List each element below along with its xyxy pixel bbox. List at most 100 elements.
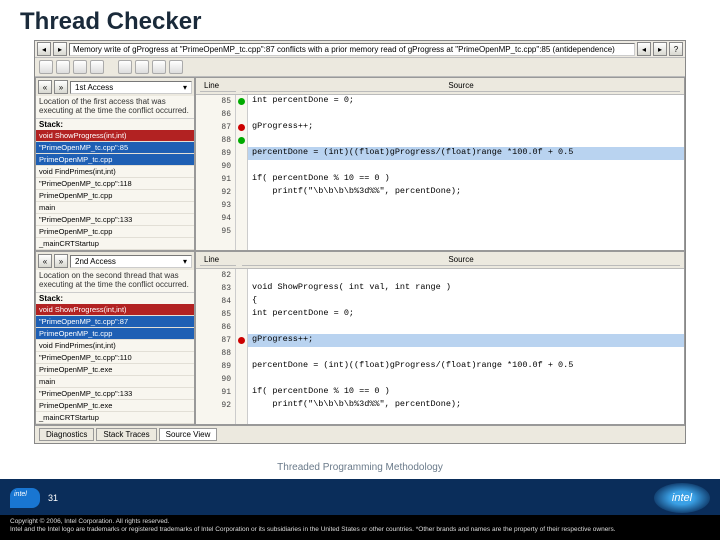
source-line[interactable]	[248, 212, 684, 225]
line-number: 92	[200, 401, 231, 410]
tool-rw-icon[interactable]	[169, 60, 183, 74]
stack-item[interactable]: void FindPrimes(int,int)	[36, 340, 194, 352]
intel-logo: intel	[654, 483, 710, 513]
tab-diagnostics[interactable]: Diagnostics	[39, 428, 94, 441]
source-line[interactable]: int percentDone = 0;	[248, 308, 684, 321]
mark-error-icon[interactable]	[118, 60, 132, 74]
stack1-desc: Location of the first access that was ex…	[36, 96, 194, 119]
gutter-cell	[236, 334, 247, 347]
stack-pane-2: «» 2nd Access▾ Location on the second th…	[35, 251, 195, 425]
stack-item[interactable]: void ShowProgress(int,int)	[36, 304, 194, 316]
source-line[interactable]	[248, 134, 684, 147]
line-number: 90	[200, 375, 231, 384]
source-line[interactable]: gProgress++;	[248, 334, 684, 347]
stack-item[interactable]: _mainCRTStartup	[36, 238, 194, 250]
stack-item[interactable]: "PrimeOpenMP_tc.cpp":133	[36, 214, 194, 226]
legal-footer: Copyright © 2006, Intel Corporation. All…	[0, 515, 720, 540]
stack1-fwd-button[interactable]: »	[54, 80, 68, 94]
stack-item[interactable]: main	[36, 376, 194, 388]
source-pane-2: Line Source 8283848586878889909192void S…	[195, 251, 685, 425]
line-number: 92	[200, 188, 231, 197]
stack-item[interactable]: "PrimeOpenMP_tc.cpp":118	[36, 178, 194, 190]
stack-item[interactable]: main	[36, 202, 194, 214]
stack-item[interactable]: void ShowProgress(int,int)	[36, 130, 194, 142]
stack2-fwd-button[interactable]: »	[54, 254, 68, 268]
error-mark-icon	[238, 124, 245, 131]
source-line[interactable]	[248, 160, 684, 173]
prev-issue-button[interactable]: ◂	[37, 42, 51, 56]
source-line[interactable]	[248, 269, 684, 282]
tool-copy-icon[interactable]	[73, 60, 87, 74]
slide-footer: Threaded Programming Methodology	[0, 462, 720, 473]
mark-ok-icon[interactable]	[135, 60, 149, 74]
error-mark-icon	[238, 337, 245, 344]
context-help-button[interactable]: ?	[669, 42, 683, 56]
line-number: 87	[200, 336, 231, 345]
stack2-list: void ShowProgress(int,int)"PrimeOpenMP_t…	[36, 304, 194, 424]
tool-bookmark-icon[interactable]	[90, 60, 104, 74]
stack-item[interactable]: PrimeOpenMP_tc.cpp	[36, 190, 194, 202]
source-line[interactable]: printf("\b\b\b\b%3d%%", percentDone);	[248, 186, 684, 199]
source-line[interactable]: {	[248, 295, 684, 308]
stack-item[interactable]: "PrimeOpenMP_tc.cpp":85	[36, 142, 194, 154]
gutter-cell	[236, 282, 247, 295]
stack2-dropdown-label: 2nd Access	[75, 257, 116, 266]
line-number: 85	[200, 310, 231, 319]
source-line[interactable]: void ShowProgress( int val, int range )	[248, 282, 684, 295]
source-line[interactable]	[248, 108, 684, 121]
stack1-dropdown[interactable]: 1st Access▾	[70, 81, 192, 94]
stack-item[interactable]: PrimeOpenMP_tc.cpp	[36, 154, 194, 166]
source-line[interactable]: percentDone = (int)((float)gProgress/(fl…	[248, 360, 684, 373]
prev2-button[interactable]: ◂	[637, 42, 651, 56]
source-line[interactable]: printf("\b\b\b\b%3d%%", percentDone);	[248, 399, 684, 412]
tab-source-view[interactable]: Source View	[159, 428, 218, 441]
gutter-cell	[236, 347, 247, 360]
line-number: 88	[200, 349, 231, 358]
stack2-dropdown[interactable]: 2nd Access ▾	[70, 255, 192, 268]
tool-ff-icon[interactable]	[152, 60, 166, 74]
stack2-back-button[interactable]: «	[38, 254, 52, 268]
source-line[interactable]	[248, 321, 684, 334]
source-line[interactable]: int percentDone = 0;	[248, 95, 684, 108]
source-col-header-2: Source	[242, 254, 680, 266]
tool-open-icon[interactable]	[39, 60, 53, 74]
gutter-cell	[236, 399, 247, 412]
line-number: 83	[200, 284, 231, 293]
copyright-line: Copyright © 2006, Intel Corporation. All…	[10, 518, 710, 526]
stack-item[interactable]: void FindPrimes(int,int)	[36, 166, 194, 178]
source-line[interactable]: if( percentDone % 10 == 0 )	[248, 386, 684, 399]
status-bar: ◂ ▸ Memory write of gProgress at "PrimeO…	[35, 41, 685, 58]
line-number: 89	[200, 362, 231, 371]
source-line[interactable]	[248, 199, 684, 212]
source-line[interactable]	[248, 373, 684, 386]
next-issue-button[interactable]: ▸	[53, 42, 67, 56]
stack-item[interactable]: PrimeOpenMP_tc.exe	[36, 364, 194, 376]
tab-stack-traces[interactable]: Stack Traces	[96, 428, 156, 441]
line-number: 90	[200, 162, 231, 171]
source-line[interactable]: if( percentDone % 10 == 0 )	[248, 173, 684, 186]
stack1-back-button[interactable]: «	[38, 80, 52, 94]
gutter-cell	[236, 173, 247, 186]
stack-item[interactable]: _mainCRTStartup	[36, 412, 194, 424]
stack-item[interactable]: PrimeOpenMP_tc.cpp	[36, 226, 194, 238]
gutter-cell	[236, 295, 247, 308]
source-line[interactable]: gProgress++;	[248, 121, 684, 134]
slide-bottom-bar: 31 intel	[0, 479, 720, 515]
stack-pane-1: «» 1st Access▾ Location of the first acc…	[35, 77, 195, 251]
source-line[interactable]	[248, 347, 684, 360]
source-line[interactable]: percentDone = (int)((float)gProgress/(fl…	[248, 147, 684, 160]
stack-item[interactable]: "PrimeOpenMP_tc.cpp":87	[36, 316, 194, 328]
gutter-cell	[236, 147, 247, 160]
source-line[interactable]	[248, 225, 684, 238]
tool-find-icon[interactable]	[56, 60, 70, 74]
stack-item[interactable]: "PrimeOpenMP_tc.cpp":133	[36, 388, 194, 400]
gutter-cell	[236, 373, 247, 386]
stack-item[interactable]: PrimeOpenMP_tc.exe	[36, 400, 194, 412]
stack-item[interactable]: PrimeOpenMP_tc.cpp	[36, 328, 194, 340]
stack1-list: void ShowProgress(int,int)"PrimeOpenMP_t…	[36, 130, 194, 250]
source-col-header-1: Source	[242, 80, 680, 92]
next2-button[interactable]: ▸	[653, 42, 667, 56]
gutter-cell	[236, 121, 247, 134]
stack-item[interactable]: "PrimeOpenMP_tc.cpp":110	[36, 352, 194, 364]
chevron-down-icon: ▾	[183, 257, 187, 266]
